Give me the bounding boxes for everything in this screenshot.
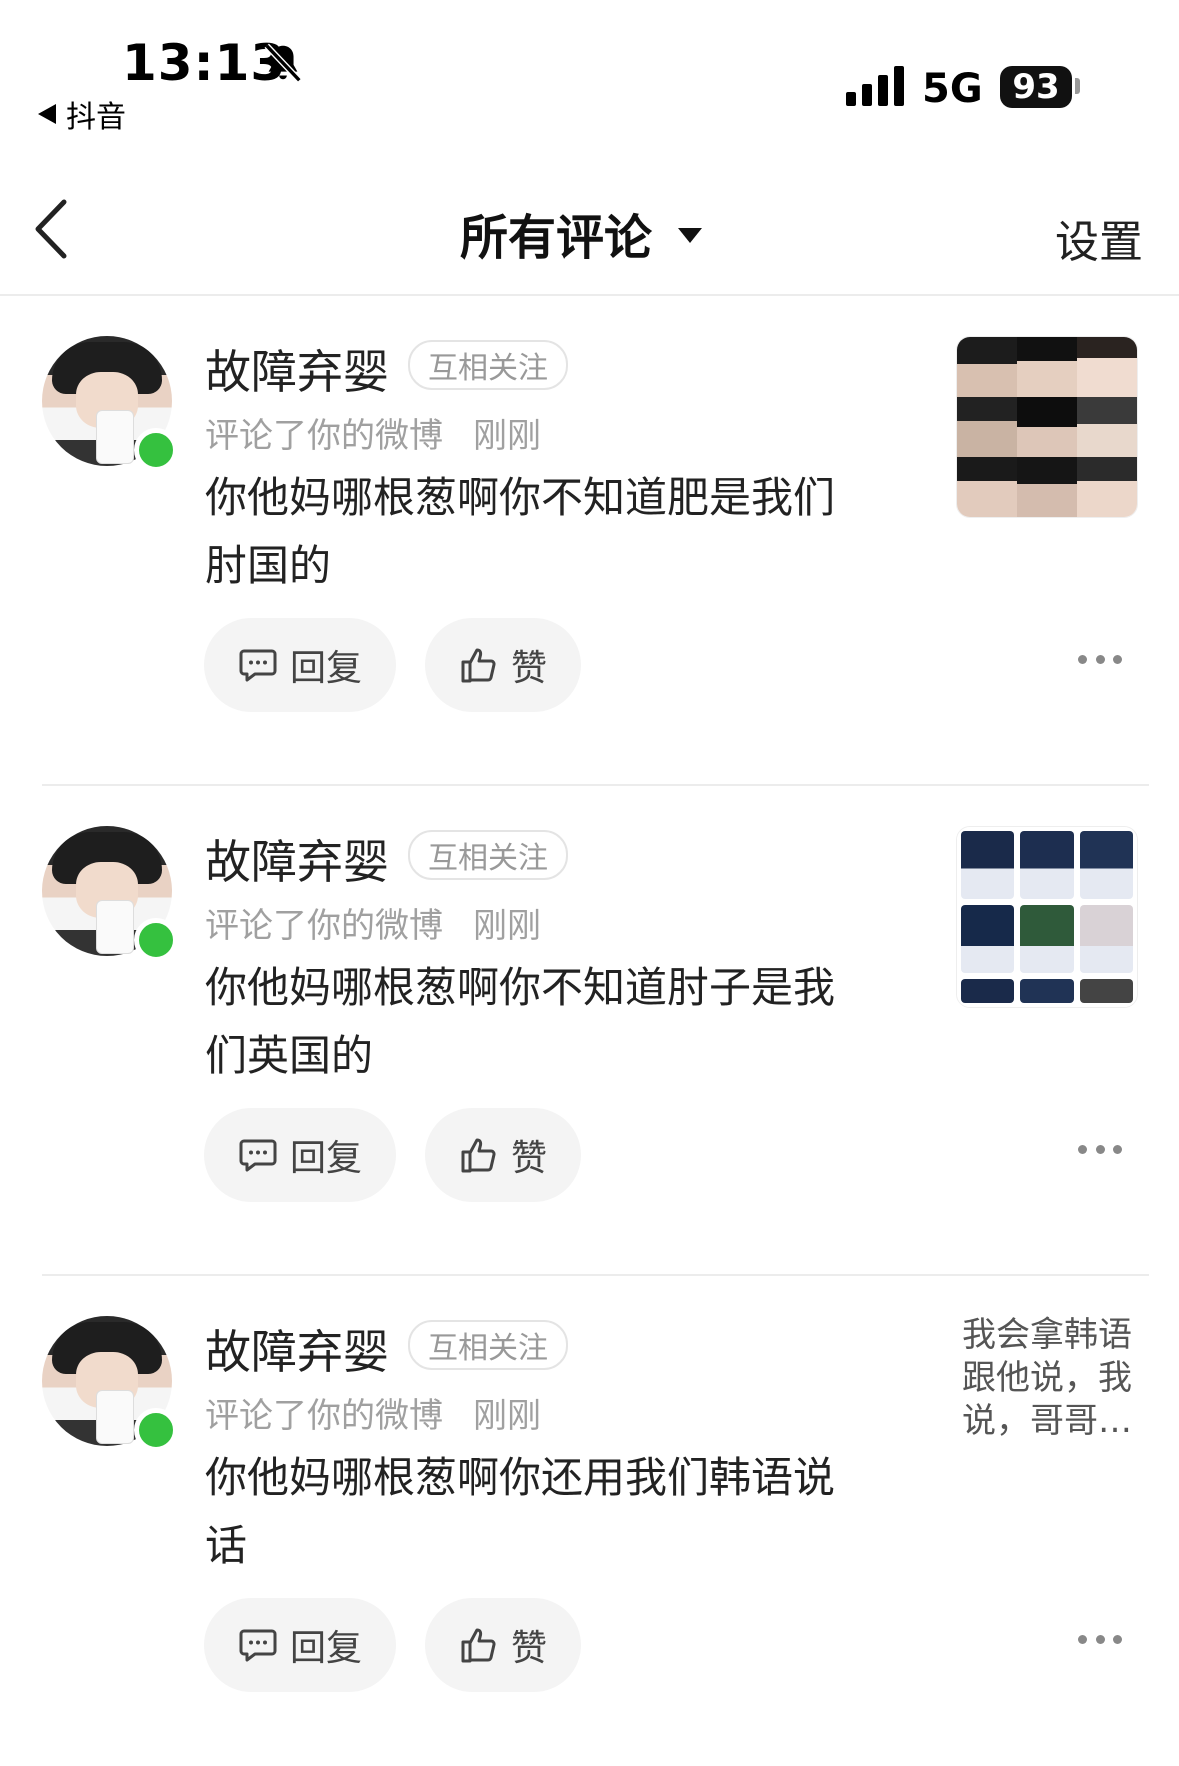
more-options-icon[interactable] (1078, 1142, 1122, 1156)
cellular-signal-icon (846, 66, 904, 106)
comment-time: 刚刚 (473, 906, 541, 946)
reply-label: 回复 (289, 1138, 362, 1179)
comment-text: 你他妈哪根葱啊你不知道肘子是我们英国的 (205, 963, 836, 1080)
avatar[interactable] (42, 1316, 178, 1452)
comment-meta: 评论了你的微博 刚刚 (205, 898, 541, 947)
online-status-dot (134, 428, 178, 472)
more-options-icon[interactable] (1078, 652, 1122, 666)
username[interactable]: 故障弃婴 (205, 826, 389, 892)
post-thumbnail[interactable] (956, 336, 1138, 518)
like-button[interactable]: 赞 (425, 1598, 581, 1692)
reply-button[interactable]: 回复 (204, 1598, 396, 1692)
post-text-preview[interactable]: 我会拿韩语跟他说，我说，哥哥… (962, 1314, 1146, 1443)
online-status-dot (134, 1408, 178, 1452)
comment-time: 刚刚 (473, 416, 541, 456)
comment-action: 评论了你的微博 (205, 416, 443, 456)
comment-bubble-icon (239, 649, 277, 682)
mutual-follow-badge: 互相关注 (408, 1320, 568, 1370)
comment-text: 你他妈哪根葱啊你还用我们韩语说话 (205, 1453, 836, 1570)
battery-level: 93 (1012, 67, 1060, 107)
chevron-down-icon (678, 227, 703, 243)
comment-item: 故障弃婴 互相关注 评论了你的微博 刚刚 你他妈哪根葱啊你不知道肥是我们肘国的 回… (0, 296, 1179, 786)
reply-label: 回复 (289, 1628, 362, 1669)
filter-dropdown[interactable]: 所有评论 (460, 198, 703, 268)
mutual-follow-badge: 互相关注 (408, 830, 568, 880)
comment-bubble-icon (239, 1139, 277, 1172)
comment-text: 你他妈哪根葱啊你不知道肥是我们肘国的 (205, 473, 836, 590)
reply-label: 回复 (289, 648, 362, 689)
like-label: 赞 (510, 1628, 547, 1669)
reply-button[interactable]: 回复 (204, 618, 396, 712)
avatar[interactable] (42, 826, 178, 962)
like-button[interactable]: 赞 (425, 618, 581, 712)
back-triangle-icon (38, 104, 56, 124)
avatar[interactable] (42, 336, 178, 472)
username[interactable]: 故障弃婴 (205, 336, 389, 402)
page-title: 所有评论 (460, 210, 653, 266)
mutual-follow-badge: 互相关注 (408, 340, 568, 390)
back-to-app[interactable]: 抖音 (38, 92, 126, 136)
online-status-dot (134, 918, 178, 962)
comment-meta: 评论了你的微博 刚刚 (205, 408, 541, 457)
back-arrow-icon[interactable] (30, 196, 80, 262)
status-bar: 13:13 抖音 5G 93 (0, 0, 1179, 140)
thumbs-up-icon (461, 648, 496, 683)
thumbs-up-icon (461, 1628, 496, 1663)
battery-icon: 93 (1000, 66, 1072, 108)
network-type: 5G (922, 66, 983, 112)
more-options-icon[interactable] (1078, 1632, 1122, 1646)
post-thumbnail[interactable] (956, 826, 1138, 1008)
thumbs-up-icon (461, 1138, 496, 1173)
comment-item: 故障弃婴 互相关注 评论了你的微博 刚刚 你他妈哪根葱啊你还用我们韩语说话 回复 … (0, 1276, 1179, 1766)
bell-muted-icon (264, 43, 302, 83)
like-label: 赞 (510, 1138, 547, 1179)
comment-item: 故障弃婴 互相关注 评论了你的微博 刚刚 你他妈哪根葱啊你不知道肘子是我们英国的 … (0, 786, 1179, 1276)
comment-action: 评论了你的微博 (205, 1396, 443, 1436)
username[interactable]: 故障弃婴 (205, 1316, 389, 1382)
comment-bubble-icon (239, 1629, 277, 1662)
battery-tip (1075, 78, 1080, 94)
settings-button[interactable]: 设置 (1055, 206, 1143, 270)
nav-bar: 所有评论 设置 (0, 170, 1179, 296)
like-button[interactable]: 赞 (425, 1108, 581, 1202)
comment-meta: 评论了你的微博 刚刚 (205, 1388, 541, 1437)
like-label: 赞 (510, 648, 547, 689)
comment-action: 评论了你的微博 (205, 906, 443, 946)
reply-button[interactable]: 回复 (204, 1108, 396, 1202)
comment-time: 刚刚 (473, 1396, 541, 1436)
back-app-label: 抖音 (66, 100, 126, 135)
